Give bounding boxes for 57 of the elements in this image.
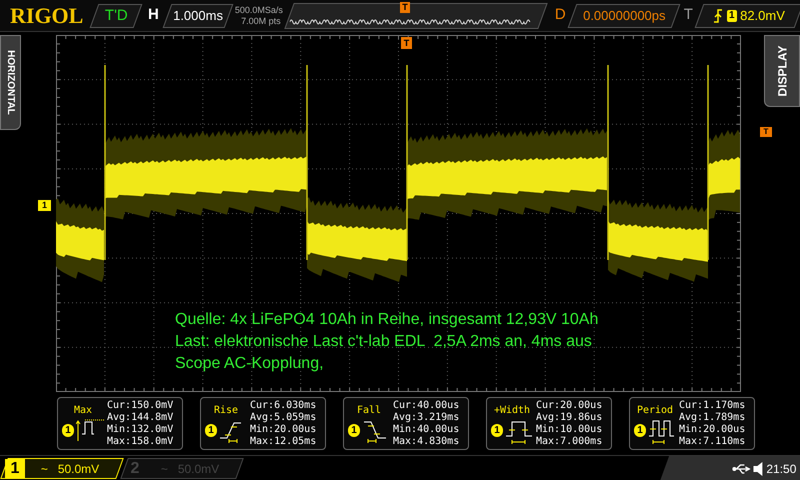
measurement-label: +Width <box>494 404 530 418</box>
measurement-value: Avg:1.789ms <box>679 412 746 424</box>
trigger-position-marker: T <box>400 2 410 13</box>
measurement-value: Max:12.05ms <box>250 436 316 448</box>
measurement-value: Max:4.830ms <box>393 436 460 448</box>
measurement-value: Avg:19.86us <box>536 412 602 424</box>
measurement-value: Max:158.0mV <box>107 436 174 448</box>
measurement-value: Min:10.00us <box>536 424 602 436</box>
trigger-label: T <box>684 5 693 26</box>
channel-badge: 1 <box>634 424 646 437</box>
channel-badge: 1 <box>348 424 360 437</box>
speaker-icon <box>754 461 764 475</box>
trigger-level-marker: T <box>760 127 772 137</box>
trigger-time-marker: T <box>401 37 412 49</box>
max-measure-icon <box>76 418 104 444</box>
clock-time: 21:50 <box>766 460 797 477</box>
delay-label: D <box>554 5 566 26</box>
memory-depth: 7.00M pts <box>240 16 282 26</box>
usb-icon <box>732 463 751 473</box>
measurement-value: Cur:150.0mV <box>107 400 174 412</box>
trigger-channel-badge: 1 <box>726 10 736 22</box>
measurement-value: Cur:40.00us <box>393 400 460 412</box>
measurement-value: Avg:5.059ms <box>250 412 316 424</box>
run-status: T'D <box>90 4 142 28</box>
measurement-value: Cur:20.00us <box>536 400 602 412</box>
measurement-value: Avg:144.8mV <box>107 412 174 424</box>
timebase-field: 1.000ms <box>162 4 234 28</box>
measurement-value: Min:40.00us <box>393 424 460 436</box>
display-menu-tab[interactable]: DISPLAY <box>764 35 800 107</box>
rising-edge-icon <box>712 8 723 22</box>
measurement-label: Period <box>636 404 674 418</box>
channel-badge: 1 <box>205 424 217 437</box>
measurement-label: Fall <box>356 404 382 418</box>
measurement-value: Max:7.000ms <box>536 436 602 448</box>
annotation-text: Scope AC-Kopplung, <box>175 354 325 374</box>
measurement-value: Min:20.00us <box>250 424 316 436</box>
measurement-value: Cur:1.170ms <box>679 400 746 412</box>
measurement-label: Max <box>74 404 92 418</box>
channel-ground-marker: 1 <box>38 200 51 211</box>
horizontal-label: H <box>148 5 159 26</box>
measurement-value: Cur:6.030ms <box>250 400 316 412</box>
measurement-value: Min:132.0mV <box>107 424 174 436</box>
channel-button[interactable]: 1 ~ 50.0mV <box>0 458 124 478</box>
channel-badge: 1 <box>62 424 74 437</box>
period-icon <box>648 418 676 444</box>
delay-field: 0.00000000ps <box>567 4 680 28</box>
measurement-label: Rise <box>214 404 238 418</box>
annotation-text: Quelle: 4x LiFePO4 10Ah in Reihe, insgesamt 12,93V 10Ah <box>175 310 598 330</box>
measurement-value: Min:20.00us <box>679 424 746 436</box>
measurement-value: Avg:3.219ms <box>393 412 460 424</box>
sample-rate: 500.0MSa/s <box>234 4 284 16</box>
trigger-level: 82.0mV <box>740 6 786 25</box>
annotation-text: Last: elektronische Last c't-lab EDL 2,5A 2ms an, 4ms aus <box>175 332 593 352</box>
horizontal-menu-tab[interactable]: HORIZONTAL <box>0 35 21 130</box>
channel-badge: 1 <box>491 424 503 437</box>
measurement-value: Max:7.110ms <box>679 436 746 448</box>
brand-logo: RIGOL <box>10 4 82 26</box>
